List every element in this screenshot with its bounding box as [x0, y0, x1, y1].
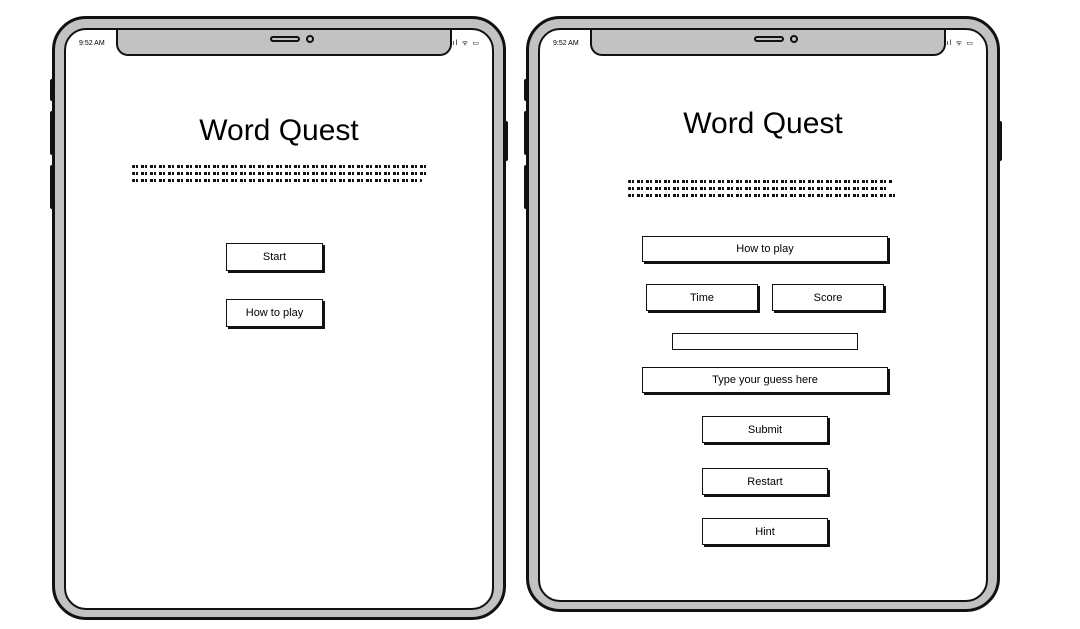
score-button[interactable]: Score — [772, 284, 884, 311]
submit-button[interactable]: Submit — [702, 416, 828, 443]
start-button[interactable]: Start — [226, 243, 323, 271]
status-time: 9:52 AM — [553, 40, 579, 47]
camera-icon — [306, 35, 314, 43]
status-icons: .ıl ᯤ ▭ — [943, 39, 974, 47]
power-button — [504, 121, 508, 161]
time-button[interactable]: Time — [646, 284, 758, 311]
speaker-icon — [270, 36, 300, 42]
description-text — [132, 165, 428, 186]
screen: 9:52 AM .ıl ᯤ ▭ Word Quest How to play T… — [538, 28, 988, 602]
description-text — [628, 180, 898, 201]
tablet-frame-left: 9:52 AM .ıl ᯤ ▭ Word Quest Start How to … — [50, 16, 508, 620]
guess-input[interactable]: Type your guess here — [642, 367, 888, 393]
status-icons: .ıl ᯤ ▭ — [449, 39, 480, 47]
screen: 9:52 AM .ıl ᯤ ▭ Word Quest Start How to … — [64, 28, 494, 610]
how-to-play-button[interactable]: How to play — [642, 236, 888, 262]
page-title: Word Quest — [199, 114, 359, 147]
status-time: 9:52 AM — [79, 40, 105, 47]
word-display-field — [672, 333, 858, 350]
power-button — [998, 121, 1002, 161]
notch — [116, 30, 452, 56]
how-to-play-button[interactable]: How to play — [226, 299, 323, 327]
notch — [590, 30, 946, 56]
volume-button — [50, 165, 54, 209]
volume-button — [50, 79, 54, 101]
hint-button[interactable]: Hint — [702, 518, 828, 545]
camera-icon — [790, 35, 798, 43]
volume-button — [524, 111, 528, 155]
restart-button[interactable]: Restart — [702, 468, 828, 495]
speaker-icon — [754, 36, 784, 42]
volume-button — [524, 165, 528, 209]
volume-button — [524, 79, 528, 101]
volume-button — [50, 111, 54, 155]
page-title: Word Quest — [683, 107, 843, 140]
tablet-frame-right: 9:52 AM .ıl ᯤ ▭ Word Quest How to play T… — [524, 16, 1002, 612]
